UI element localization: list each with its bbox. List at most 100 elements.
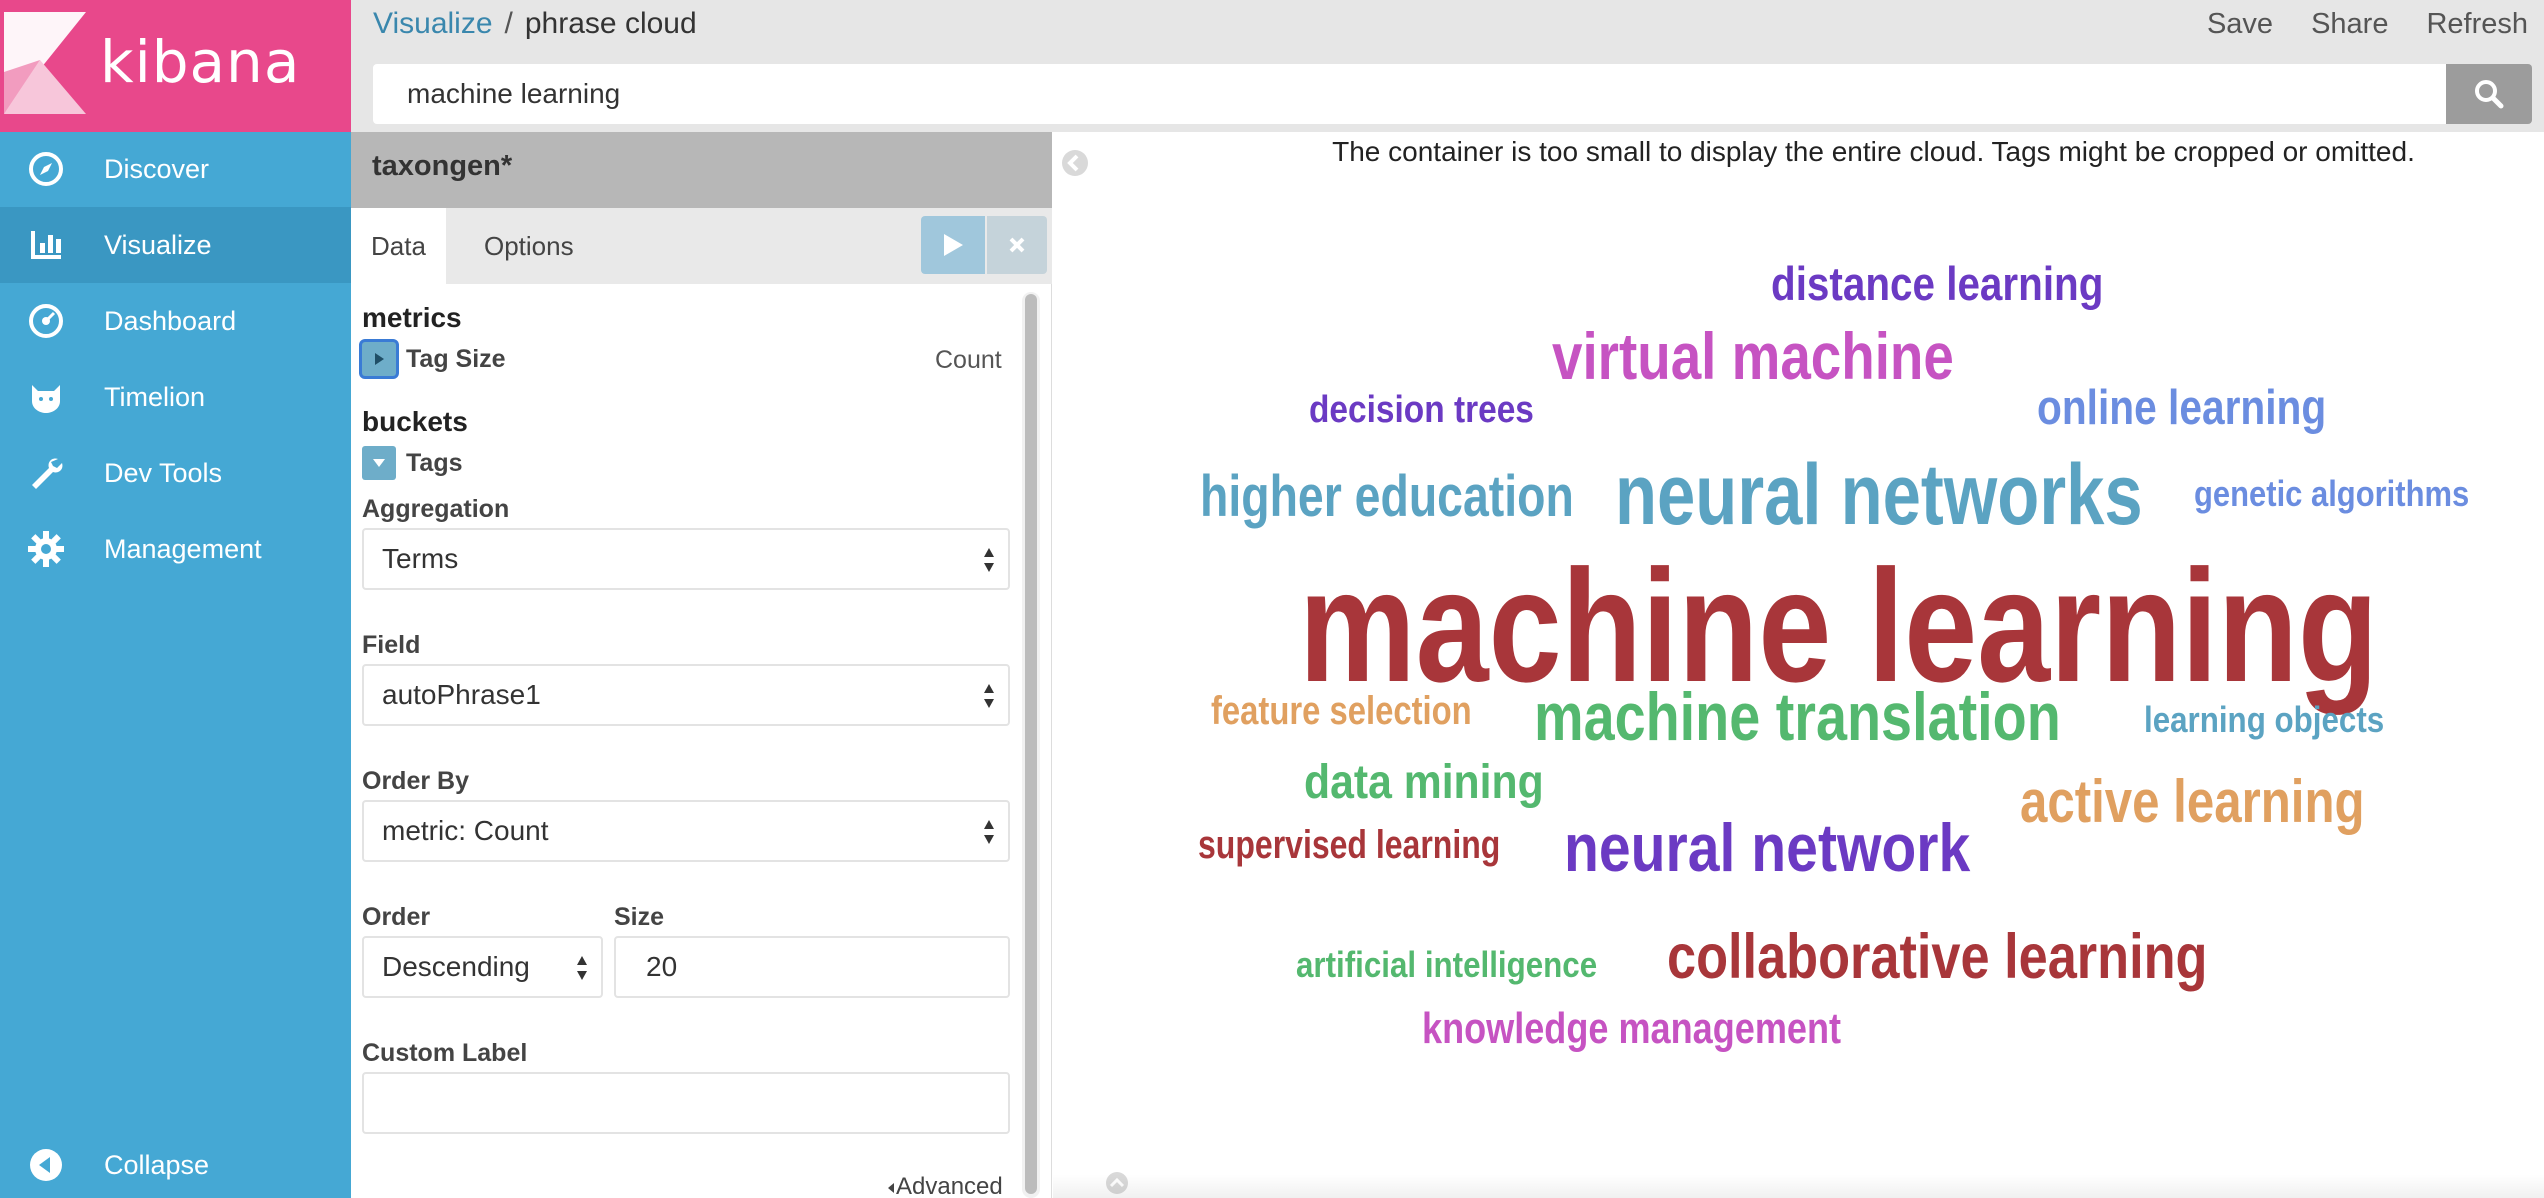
kibana-logo[interactable]: kibana [0, 0, 351, 132]
sidebar-item-management[interactable]: Management [0, 511, 351, 587]
cloud-word[interactable]: distance learning [1771, 260, 2103, 307]
bar-chart-icon [26, 225, 66, 265]
sidebar-item-label: Visualize [104, 229, 212, 260]
cloud-word[interactable]: decision trees [1309, 391, 1534, 429]
cloud-word[interactable]: supervised learning [1198, 825, 1500, 865]
vis-title-bar: taxongen* [351, 132, 1052, 208]
close-icon [1009, 237, 1025, 253]
field-label: Field [362, 631, 421, 659]
share-button[interactable]: Share [2311, 6, 2388, 42]
search-box [373, 64, 2470, 124]
apply-changes-button[interactable] [921, 216, 985, 274]
sidebar-item-label: Timelion [104, 381, 206, 412]
advanced-label: Advanced [896, 1173, 1003, 1198]
cloud-word[interactable]: feature selection [1211, 691, 1472, 731]
sidebar-item-dev-tools[interactable]: Dev Tools [0, 435, 351, 511]
discard-changes-button[interactable] [987, 216, 1047, 274]
cloud-word[interactable]: data mining [1304, 759, 1544, 807]
sidebar-collapse-button[interactable]: Collapse [0, 1127, 351, 1198]
sidebar-item-label: Management [104, 533, 262, 564]
vis-bottom-shadow [1053, 1174, 2544, 1198]
cloud-warning-text: The container is too small to display th… [1332, 136, 2415, 167]
custom-label-input[interactable] [362, 1072, 1010, 1134]
size-label: Size [614, 903, 665, 931]
compass-icon [26, 149, 66, 189]
select-arrows-icon [577, 956, 587, 980]
search-icon [2475, 80, 2504, 109]
sidebar-item-label: Dashboard [104, 305, 237, 336]
editor-scrollbar-thumb[interactable] [1025, 294, 1037, 1194]
dashboard-icon [26, 301, 66, 341]
order-label: Order [362, 903, 431, 931]
order-select-value: Descending [382, 951, 530, 982]
cloud-word[interactable]: online learning [2037, 384, 2326, 433]
cloud-word[interactable]: collaborative learning [1667, 926, 2207, 989]
editor-body: metrics Tag Size Count buckets Tags Aggr… [351, 284, 1052, 1198]
tags-label: Tags [406, 448, 463, 477]
breadcrumb: Visualize / phrase cloud [373, 6, 697, 42]
aggregation-select[interactable]: Terms [362, 528, 1010, 590]
top-actions: Save Share Refresh [2207, 6, 2544, 42]
advanced-toggle-link[interactable]: Advanced [886, 1173, 1003, 1198]
breadcrumb-separator: / [504, 7, 513, 40]
sidebar: kibana Discover Visualize Dashboard Time… [0, 0, 351, 1198]
cloud-word[interactable]: knowledge management [1422, 1007, 1841, 1051]
cloud-word[interactable]: genetic algorithms [2194, 476, 2469, 512]
sidebar-item-label: Dev Tools [104, 457, 223, 488]
search-button[interactable] [2446, 64, 2532, 124]
sidebar-item-dashboard[interactable]: Dashboard [0, 283, 351, 359]
timelion-icon [26, 377, 66, 417]
search-input[interactable] [373, 64, 2470, 124]
cloud-word[interactable]: artificial intelligence [1296, 947, 1597, 983]
sidebar-item-timelion[interactable]: Timelion [0, 359, 351, 435]
buckets-section-title: buckets [362, 406, 468, 437]
order-by-label: Order By [362, 767, 469, 795]
order-by-select-value: metric: Count [382, 815, 549, 846]
caret-right-icon [375, 353, 384, 365]
kibana-logo-text: kibana [100, 28, 301, 96]
cloud-word[interactable]: higher education [1200, 468, 1574, 526]
cloud-word[interactable]: virtual machine [1552, 323, 1954, 389]
expand-tag-size-button[interactable] [362, 342, 396, 376]
select-arrows-icon [984, 820, 994, 844]
select-arrows-icon [984, 548, 994, 572]
vis-editor-panel: taxongen* Data Options metrics Tag Size … [351, 132, 1052, 1198]
cloud-word[interactable]: learning objects [2144, 702, 2384, 738]
custom-label-label: Custom Label [362, 1039, 528, 1067]
field-select-value: autoPhrase1 [382, 679, 541, 710]
tab-options[interactable]: Options [464, 208, 594, 284]
top-bar: Visualize / phrase cloud Save Share Refres… [351, 0, 2544, 132]
editor-scrollbar[interactable] [1022, 292, 1040, 1198]
size-input[interactable] [614, 936, 1010, 998]
refresh-button[interactable]: Refresh [2426, 6, 2528, 42]
cloud-word[interactable]: active learning [2020, 772, 2365, 832]
field-select[interactable]: autoPhrase1 [362, 664, 1010, 726]
collapse-arrow-icon [26, 1145, 66, 1185]
cloud-word[interactable]: neural networks [1615, 452, 2143, 538]
tag-size-label: Tag Size [406, 344, 506, 373]
kibana-logo-icon [4, 12, 86, 114]
sidebar-item-discover[interactable]: Discover [0, 131, 351, 207]
aggregation-label: Aggregation [362, 495, 510, 523]
index-pattern-title: taxongen* [372, 150, 513, 182]
collapse-tags-button[interactable] [362, 446, 396, 480]
tag-size-agg-header: Tag Size [362, 341, 506, 377]
order-select[interactable]: Descending [362, 936, 603, 998]
tag-size-agg-type: Count [935, 346, 1002, 374]
breadcrumb-visualize-link[interactable]: Visualize [373, 7, 493, 40]
collapse-label: Collapse [104, 1149, 210, 1180]
wrench-icon [26, 453, 66, 493]
gear-icon [26, 529, 66, 569]
sidebar-item-label: Discover [104, 153, 210, 184]
cloud-word[interactable]: machine translation [1534, 683, 2061, 751]
tab-data[interactable]: Data [351, 208, 446, 284]
sidebar-item-visualize[interactable]: Visualize [0, 207, 351, 283]
cloud-word[interactable]: neural network [1564, 814, 1970, 882]
order-by-select[interactable]: metric: Count [362, 800, 1010, 862]
aggregation-select-value: Terms [382, 543, 459, 574]
select-arrows-icon [984, 684, 994, 708]
tags-agg-header: Tags [362, 445, 463, 481]
play-icon [944, 234, 963, 256]
save-button[interactable]: Save [2207, 6, 2273, 42]
breadcrumb-current: phrase cloud [524, 7, 697, 40]
